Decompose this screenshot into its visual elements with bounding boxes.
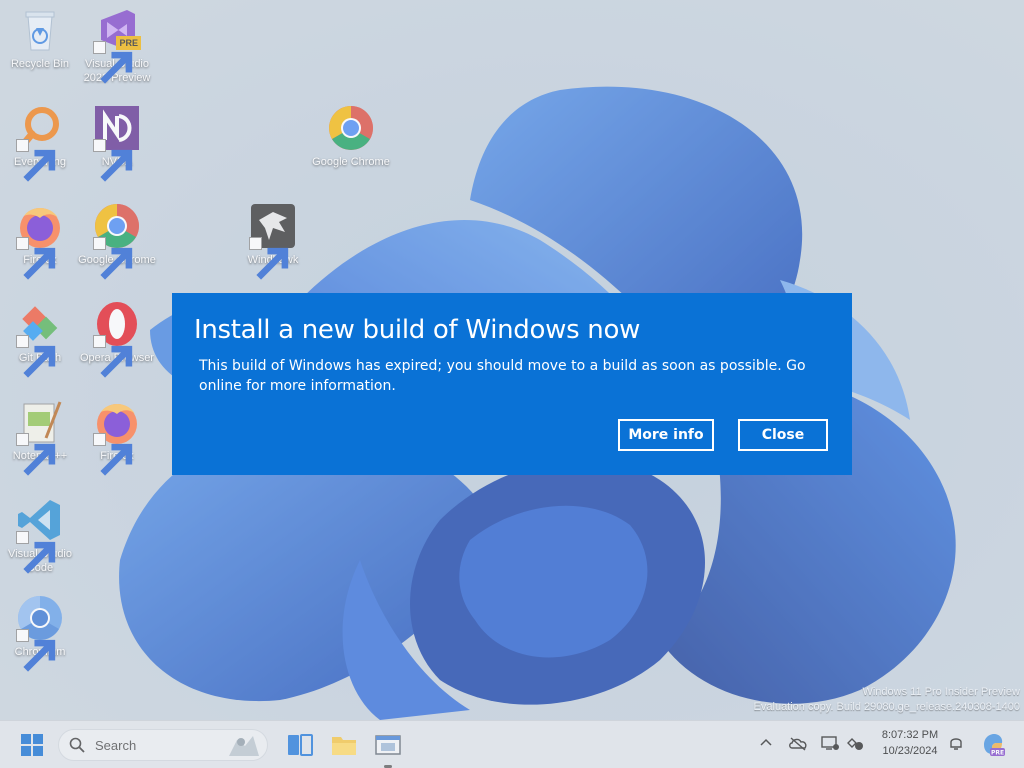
notification-bell-icon — [950, 738, 962, 750]
desktop-icon-google-chrome[interactable]: Google Chrome — [78, 202, 156, 280]
close-button[interactable]: Close — [738, 419, 828, 451]
desktop-icon-google-chrome[interactable]: Google Chrome — [312, 104, 390, 169]
taskbar-clock[interactable]: 8:07:32 PM 10/23/2024 — [872, 727, 948, 759]
focus-icon — [847, 738, 863, 750]
notification-button[interactable] — [948, 735, 964, 756]
file-explorer-button[interactable] — [328, 729, 360, 761]
desktop-icon-label: Google Chrome — [312, 156, 390, 168]
shortcut-arrow-icon — [16, 531, 56, 574]
evaluation-watermark: Windows 11 Pro Insider Preview Evaluatio… — [754, 685, 1020, 715]
show-hidden-icons-button[interactable] — [758, 735, 774, 756]
desktop-icon-label: Recycle Bin — [10, 58, 70, 70]
desktop-icon-opera[interactable]: Opera Browser — [78, 300, 156, 378]
notepadpp-icon — [16, 398, 64, 476]
everything-search-icon — [16, 104, 64, 182]
desktop-icon-windhawk[interactable]: Windhawk — [234, 202, 312, 280]
shortcut-arrow-icon — [93, 237, 133, 280]
chevron-up-icon — [760, 738, 772, 746]
desktop-icon-everything[interactable]: Everything — [1, 104, 79, 182]
opera-icon — [93, 300, 141, 378]
desktop-icon-recycle-bin[interactable]: Recycle Bin — [1, 6, 79, 71]
shortcut-arrow-icon — [249, 237, 289, 280]
desktop-icon-vscode[interactable]: Visual Studio Code — [1, 496, 79, 575]
desktop-icon-notepadpp[interactable]: Notepad++ — [1, 398, 79, 476]
build-expired-dialog: Install a new build of Windows now This … — [172, 293, 852, 475]
desktop-icon-firefox[interactable]: Firefox — [1, 202, 79, 280]
onedrive-tray-button[interactable] — [788, 735, 808, 756]
firefox-icon — [93, 398, 141, 476]
network-icon — [821, 736, 839, 750]
taskbar: Search 8:07:32 PM 10/23/2024 PRE — [0, 720, 1024, 768]
git-bash-icon — [16, 300, 64, 378]
recycle-bin-icon — [16, 6, 64, 54]
focus-tray-button[interactable] — [846, 735, 864, 756]
desktop-icon-chromium[interactable]: Chromium — [1, 594, 79, 672]
visual-studio-preview-icon: PRE — [93, 6, 141, 84]
desktop-icon-visual-studio-preview[interactable]: PRE Visual Studio 2022 Preview — [78, 6, 156, 85]
desktop-icon-nvda[interactable]: NVDA — [78, 104, 156, 182]
shortcut-arrow-icon — [16, 237, 56, 280]
search-label: Search — [95, 738, 137, 753]
watermark-edition: Windows 11 Pro Insider Preview — [862, 686, 1020, 698]
chrome-icon — [93, 202, 141, 280]
network-tray-button[interactable] — [820, 735, 840, 756]
chromium-icon — [16, 594, 64, 672]
chrome-icon — [327, 104, 375, 152]
clock-date: 10/23/2024 — [882, 745, 938, 757]
search-highlight-icon — [229, 736, 259, 756]
app-window-button[interactable] — [372, 729, 404, 761]
desktop-icon-firefox[interactable]: Firefox — [78, 398, 156, 476]
nvda-icon — [93, 104, 141, 182]
dialog-message: This build of Windows has expired; you s… — [199, 358, 806, 394]
task-view-icon — [288, 734, 313, 756]
clock-time: 8:07:32 PM — [881, 729, 939, 741]
start-button[interactable] — [16, 729, 48, 761]
shortcut-arrow-icon — [93, 139, 133, 182]
taskbar-search-box[interactable]: Search — [58, 729, 268, 761]
shortcut-arrow-icon — [93, 335, 133, 378]
file-explorer-icon — [332, 737, 356, 755]
start-icon — [21, 734, 43, 756]
shortcut-arrow-icon — [93, 433, 133, 476]
shortcut-arrow-icon — [16, 139, 56, 182]
desktop-icon-git-bash[interactable]: Git Bash — [1, 300, 79, 378]
shortcut-arrow-icon — [16, 335, 56, 378]
dialog-title: Install a new build of Windows now — [194, 315, 641, 345]
app-window-icon — [375, 735, 401, 755]
watermark-build: Evaluation copy. Build 29080.ge_release.… — [753, 701, 1020, 713]
copilot-button[interactable]: PRE — [980, 731, 1006, 762]
more-info-button[interactable]: More info — [618, 419, 714, 451]
svg-text:PRE: PRE — [991, 750, 1004, 757]
copilot-icon: PRE — [984, 734, 1005, 757]
shortcut-arrow-icon — [93, 41, 133, 84]
shortcut-arrow-icon — [16, 433, 56, 476]
firefox-icon — [16, 202, 64, 280]
onedrive-icon — [789, 737, 807, 751]
task-view-button[interactable] — [284, 729, 316, 761]
shortcut-arrow-icon — [16, 629, 56, 672]
vscode-icon — [16, 496, 64, 574]
search-icon — [69, 737, 85, 753]
windhawk-icon — [249, 202, 297, 280]
